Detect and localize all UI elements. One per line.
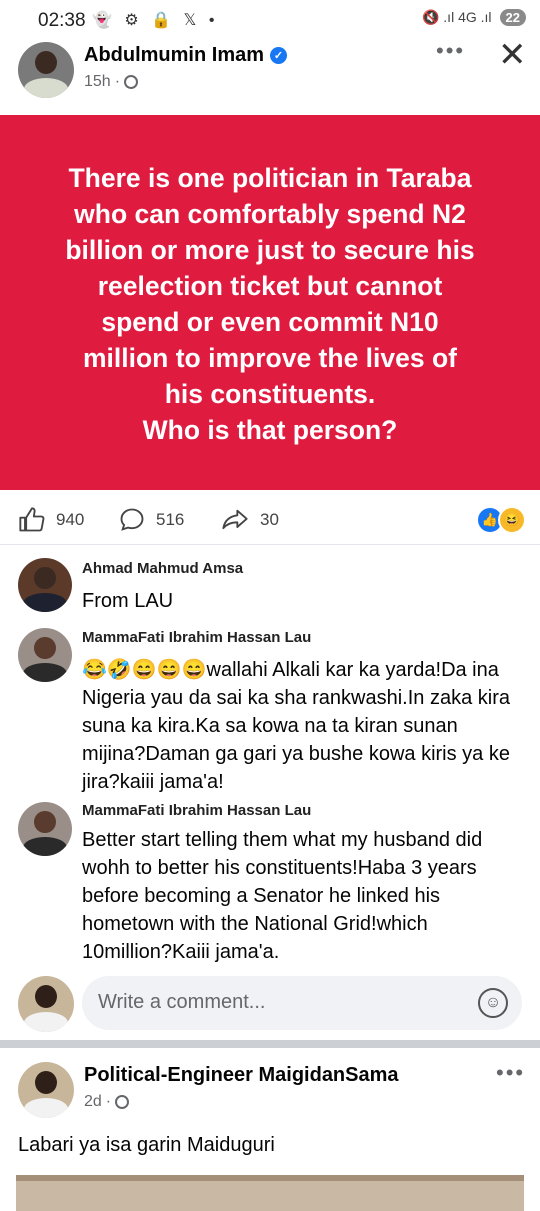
share-count: 30	[260, 510, 279, 529]
comment-avatar[interactable]	[18, 628, 72, 682]
signal-icons: 🔇 .ıl 4G .ıl	[421, 9, 492, 25]
post-time[interactable]: 15h	[84, 73, 111, 91]
banner-text: There is one politician in Taraba who ca…	[65, 163, 475, 445]
comment-bubble-icon	[120, 508, 144, 531]
next-post-time[interactable]: 2d	[84, 1093, 102, 1111]
status-time: 02:38	[38, 10, 86, 31]
share-button[interactable]: 30	[220, 506, 279, 534]
next-post-text: Labari ya isa garin Maiduguri	[18, 1134, 275, 1156]
comment-text: Better start telling them what my husban…	[82, 829, 483, 963]
my-avatar	[18, 976, 74, 1032]
comment-author[interactable]: Ahmad Mahmud Amsa	[82, 560, 243, 577]
battery-icon: 22	[499, 9, 526, 26]
next-post-meta: 2d ·	[84, 1093, 130, 1111]
post-author-row: Abdulmumin Imam ✓	[84, 44, 288, 67]
next-post-author[interactable]: Political-Engineer MaigidanSama	[84, 1064, 399, 1087]
next-post-image[interactable]	[16, 1175, 524, 1211]
post-meta: 15h ·	[84, 73, 139, 91]
verified-badge-icon: ✓	[270, 47, 288, 64]
globe-icon	[124, 75, 139, 89]
status-notification-icons: 👻 ⚙ 🔒 𝕏 •	[92, 12, 219, 29]
share-arrow-icon	[222, 509, 248, 530]
comment-author[interactable]: MammaFati Ibrahim Hassan Lau	[82, 802, 311, 819]
post-author-name[interactable]: Abdulmumin Imam	[84, 44, 264, 67]
close-icon[interactable]: ✕	[498, 38, 527, 72]
more-dots-icon[interactable]: •••	[436, 38, 465, 64]
next-post-avatar[interactable]	[18, 1062, 74, 1118]
reaction-summary[interactable]: 👍 😆	[476, 506, 526, 534]
like-count: 940	[56, 510, 85, 529]
author-avatar[interactable]	[18, 42, 74, 98]
comment-text: 😂🤣😄😄😄wallahi Alkali kar ka yarda!Da ina …	[82, 659, 510, 793]
divider	[0, 544, 540, 545]
thumbs-up-icon	[19, 507, 45, 532]
like-button[interactable]: 940	[18, 506, 84, 534]
comment-button[interactable]: 516	[118, 506, 184, 534]
comment-avatar[interactable]	[18, 558, 72, 612]
comment-input[interactable]: Write a comment... ☺	[82, 976, 522, 1030]
comment-avatar[interactable]	[18, 802, 72, 856]
comment-author[interactable]: MammaFati Ibrahim Hassan Lau	[82, 629, 311, 646]
globe-icon	[115, 1095, 130, 1109]
status-right-group: 🔇 .ıl 4G .ıl 22	[422, 9, 526, 26]
haha-reaction-icon: 😆	[498, 506, 526, 534]
more-dots-icon[interactable]: •••	[496, 1060, 525, 1086]
emoji-icon[interactable]: ☺	[478, 988, 508, 1018]
comment-text: From LAU	[82, 590, 174, 612]
comment-count: 516	[156, 510, 185, 529]
comment-placeholder: Write a comment...	[98, 991, 266, 1013]
feed-separator	[0, 1040, 540, 1048]
post-text-banner: There is one politician in Taraba who ca…	[0, 115, 540, 490]
